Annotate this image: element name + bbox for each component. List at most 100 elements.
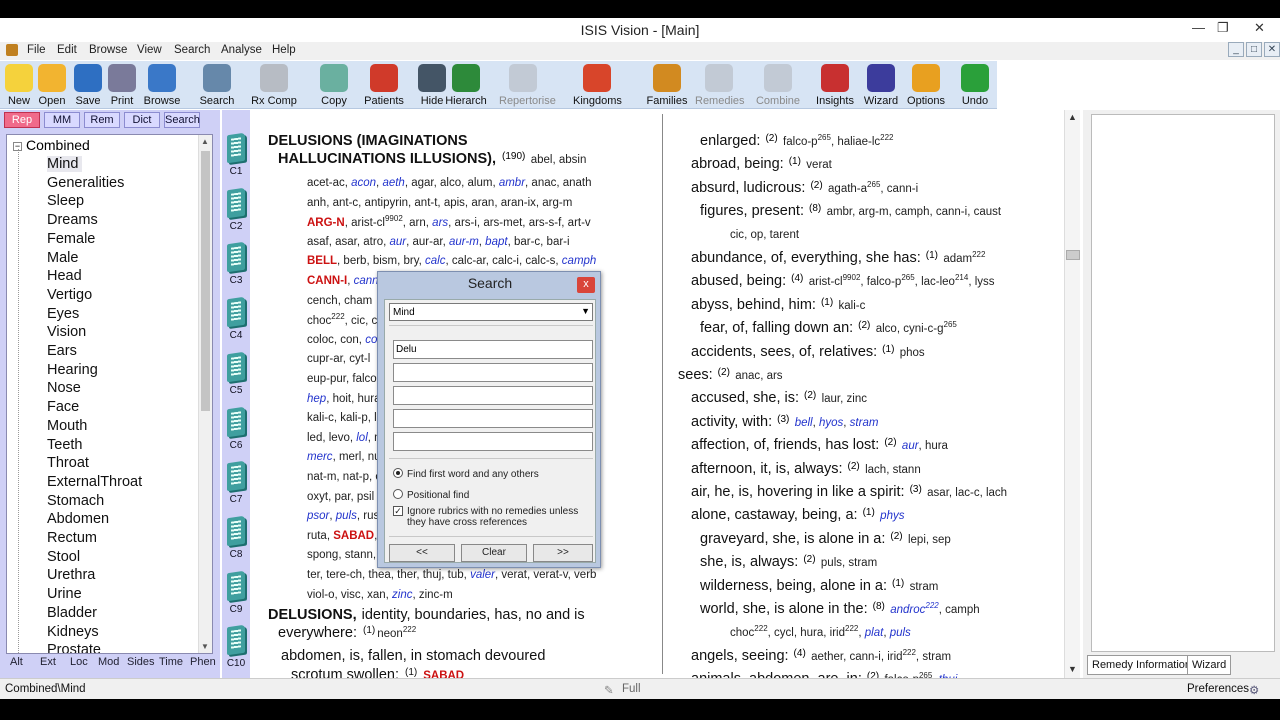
remedy[interactable]: caust — [974, 206, 1002, 218]
checkbox-checked-icon[interactable]: ✓ — [393, 506, 403, 516]
chapter-c3-button[interactable]: C3 — [224, 242, 248, 297]
remedy[interactable]: berb — [343, 255, 366, 267]
preferences-link[interactable]: Preferences — [1187, 683, 1249, 695]
restore-button[interactable]: ❐ — [1217, 20, 1229, 36]
tree-scrollbar[interactable]: ▲ ▼ — [198, 135, 212, 653]
remedy[interactable]: tub — [448, 569, 464, 581]
remedy[interactable]: bar-c — [514, 236, 540, 248]
mdi-close-button[interactable]: ✕ — [1264, 42, 1280, 57]
remedy[interactable]: asar — [335, 236, 357, 248]
remedy[interactable]: acet-ac — [307, 177, 345, 189]
tab-ext[interactable]: Ext — [40, 656, 56, 668]
remedy[interactable]: ant-c — [333, 197, 359, 209]
remedy[interactable]: arn — [409, 217, 426, 229]
remedy[interactable]: stann — [893, 464, 921, 476]
remedy[interactable]: kali-c — [307, 412, 334, 424]
radio-icon[interactable] — [393, 489, 403, 499]
remedy[interactable]: anh — [307, 197, 326, 209]
toolbar-rx-comp-button[interactable]: Rx Comp — [251, 61, 297, 109]
remedy[interactable]: phys — [880, 510, 904, 522]
tree-item-dreams[interactable]: Dreams — [47, 212, 98, 228]
toolbar-wizard-button[interactable]: Wizard — [864, 61, 898, 109]
remedy[interactable]: psil — [357, 491, 374, 503]
tree-item-nose[interactable]: Nose — [47, 380, 81, 396]
remedy[interactable]: hura — [800, 627, 823, 639]
tab-rep[interactable]: Rep — [4, 112, 40, 128]
rubric-line[interactable]: graveyard, she, is alone in a: (2) lepi, … — [700, 531, 951, 547]
next-button[interactable]: >> — [533, 544, 593, 562]
chapter-c5-button[interactable]: C5 — [224, 351, 248, 407]
remedy[interactable]: levo — [329, 432, 350, 444]
close-button[interactable]: ✕ — [1254, 20, 1265, 36]
remedy[interactable]: calc-i — [492, 255, 519, 267]
remedy[interactable]: aeth — [382, 177, 404, 189]
chevron-down-icon[interactable]: ▼ — [581, 306, 590, 316]
scroll-down-arrow-icon[interactable]: ▼ — [201, 642, 209, 651]
toolbar-combine-button[interactable]: Combine — [756, 61, 800, 109]
remedy[interactable]: arg-m — [542, 197, 572, 209]
remedy[interactable]: hep — [307, 393, 326, 405]
remedy[interactable]: kali-c — [839, 300, 866, 312]
rubric-delusions-identity[interactable]: DELUSIONS, identity, boundaries, has, no … — [268, 607, 585, 623]
toolbar-families-button[interactable]: Families — [647, 61, 687, 109]
remedy[interactable]: cench — [307, 295, 338, 307]
remedy[interactable]: aether — [811, 651, 843, 663]
remedy[interactable]: puls — [890, 627, 911, 639]
clear-button[interactable]: Clear — [461, 544, 527, 562]
remedy[interactable]: psor — [307, 510, 329, 522]
remedy[interactable]: aur — [902, 440, 919, 452]
remedy[interactable]: camph — [562, 255, 597, 267]
tree-item-mind[interactable]: Mind — [47, 156, 83, 172]
menu-browse[interactable]: Browse — [89, 44, 127, 56]
chapter-c9-button[interactable]: C9 — [224, 570, 248, 626]
option-ignore-rubrics[interactable]: ✓ Ignore rubrics with no remedies unless … — [393, 506, 589, 528]
chapter-c6-button[interactable]: C6 — [224, 406, 248, 462]
remedy[interactable]: calc-ar — [452, 255, 486, 267]
remedy[interactable]: falco-p265 — [867, 273, 915, 288]
chapter-c7-button[interactable]: C7 — [224, 460, 248, 516]
remedy[interactable]: visc — [341, 589, 361, 601]
remedy[interactable]: ant-t — [414, 197, 437, 209]
tab-remedy-information[interactable]: Remedy Information — [1087, 655, 1197, 675]
toolbar-remedies-button[interactable]: Remedies — [695, 61, 745, 109]
remedy[interactable]: aur — [390, 236, 407, 248]
remedy[interactable]: plat — [865, 627, 884, 639]
remedy[interactable]: sep — [932, 534, 951, 546]
remedy[interactable]: lach — [865, 464, 886, 476]
remedy[interactable]: acon — [351, 177, 376, 189]
search-field-3[interactable] — [393, 386, 593, 405]
menu-edit[interactable]: Edit — [57, 44, 77, 56]
tab-sides[interactable]: Sides — [127, 656, 155, 668]
search-field-2[interactable] — [393, 363, 593, 382]
remedy[interactable]: oxyt — [307, 491, 328, 503]
remedy[interactable]: verat — [806, 159, 832, 171]
remedy[interactable]: choc222 — [730, 624, 768, 639]
tree-item-teeth[interactable]: Teeth — [47, 437, 82, 453]
remedy[interactable]: par — [334, 491, 350, 503]
content-scrollbar[interactable]: ▲ ▼ — [1064, 110, 1080, 678]
chapter-c2-button[interactable]: C2 — [224, 187, 248, 243]
remedy[interactable]: arg-m — [859, 206, 889, 218]
tree-item-externalthroat[interactable]: ExternalThroat — [47, 474, 142, 490]
remedy[interactable]: aran — [471, 197, 494, 209]
remedy[interactable]: lepi — [908, 534, 926, 546]
tree-item-vertigo[interactable]: Vertigo — [47, 287, 92, 303]
rubric-line[interactable]: sees: (2) anac, ars — [678, 367, 783, 383]
remedy[interactable]: androc222 — [890, 601, 939, 616]
remedy[interactable]: lol — [356, 432, 368, 444]
remedy[interactable]: eup-pur — [307, 373, 346, 385]
chapter-c4-button[interactable]: C4 — [224, 296, 248, 352]
remedy[interactable]: coloc — [307, 334, 334, 346]
toolbar-copy-button[interactable]: Copy — [320, 61, 348, 109]
mdi-restore-button[interactable]: □ — [1246, 42, 1262, 57]
search-dialog-close-button[interactable]: x — [577, 277, 595, 293]
remedy[interactable]: lac-c — [955, 487, 979, 499]
rubric-line[interactable]: abused, being: (4) arist-cl9902, falco-p2… — [691, 273, 995, 289]
remedy[interactable]: cyni-c-g265 — [903, 320, 957, 335]
rubric-line[interactable]: abroad, being: (1) verat — [691, 156, 832, 172]
remedy[interactable]: zinc — [847, 393, 867, 405]
remedy[interactable]: thuj — [423, 569, 442, 581]
tree-item-urine[interactable]: Urine — [47, 586, 82, 602]
toolbar-options-button[interactable]: Options — [907, 61, 945, 109]
remedy[interactable]: aur-ar — [413, 236, 443, 248]
